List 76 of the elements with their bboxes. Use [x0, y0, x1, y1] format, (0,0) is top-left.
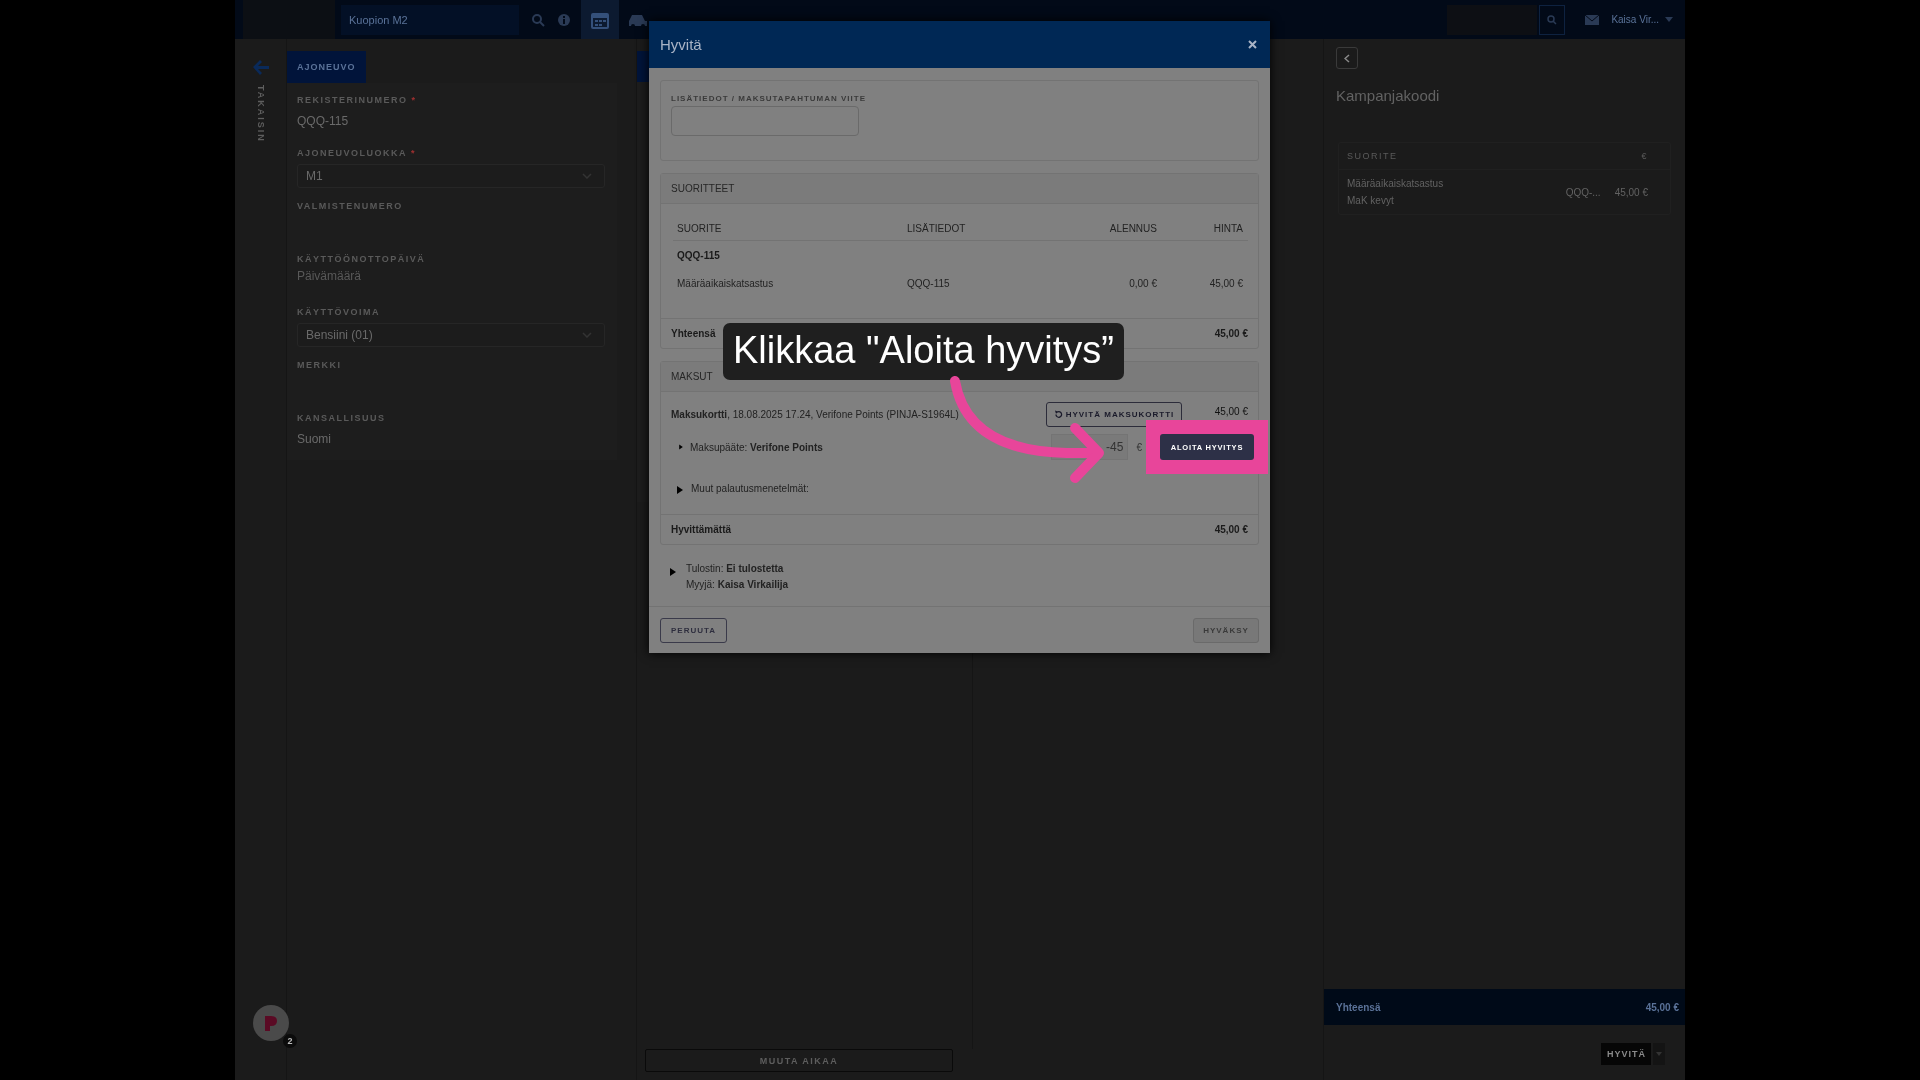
vehicle-tab[interactable]: AJONEUVO — [287, 51, 366, 83]
close-icon[interactable] — [1248, 40, 1257, 49]
user-menu[interactable]: Kaisa Vir... — [1611, 14, 1673, 25]
search-icon[interactable] — [531, 12, 545, 27]
field-label: KANSALLISUUS — [297, 413, 386, 423]
table-cell: QQQ-... — [1565, 186, 1601, 198]
receipt-line: Tulostin: Ei tulostetta — [686, 563, 785, 574]
table-cell-text: Määräaikaiskatsastus — [676, 278, 775, 289]
chat-launcher[interactable] — [253, 1005, 289, 1041]
location-select[interactable]: Kuopion M2 — [341, 4, 519, 35]
column-header: LISÄTIEDOT — [907, 223, 967, 234]
total-label: Yhteensä — [671, 328, 716, 339]
panel-title: Kampanjakoodi — [1336, 87, 1441, 104]
caret-icon — [1665, 17, 1673, 22]
chevron-left-icon — [1344, 53, 1350, 63]
select-field[interactable]: M1 — [297, 164, 605, 188]
receipt-line: Myyjä: Kaisa Virkailija — [686, 579, 789, 590]
product-name: Määräaikaiskatsastus — [1347, 178, 1445, 189]
table-cell: 45,00 € — [1614, 186, 1648, 198]
required-mark: * — [411, 148, 417, 158]
total-value: 45,00 € — [1645, 1001, 1679, 1013]
payment-amount: 45,00 € — [1213, 406, 1248, 417]
expand-caret-icon[interactable] — [678, 444, 684, 450]
field-value: Suomi — [297, 432, 332, 446]
field-label: VALMISTENUMERO — [297, 201, 403, 211]
column-header: ALENNUS — [1108, 223, 1157, 234]
expander-label[interactable]: Muut palautusmenetelmät: — [691, 482, 809, 494]
product-detail: MaK kevyt — [1347, 195, 1395, 206]
field-label: MERKKI — [297, 360, 342, 370]
table-cell-text: QQQ-115 — [907, 278, 951, 289]
dropdown-button[interactable] — [1653, 1043, 1665, 1065]
column-header: SUORITE — [676, 223, 723, 234]
search-field[interactable] — [1447, 4, 1538, 35]
refresh-icon — [1053, 410, 1063, 419]
table-cell-text: 0,00 € — [1128, 278, 1157, 289]
credit-button[interactable]: HYVITÄ — [1601, 1043, 1651, 1065]
group-title: QQQ-115 — [676, 249, 721, 263]
field-label: KÄYTTÖÖNOTTOPÄIVÄ — [297, 254, 426, 264]
column-header: € — [1641, 151, 1648, 161]
field-label: KÄYTTÖVOIMA — [297, 307, 380, 317]
cancel-button[interactable]: PERUUTA — [660, 618, 727, 643]
back-arrow-icon[interactable] — [251, 59, 270, 75]
search-button[interactable] — [1539, 4, 1566, 35]
info-icon[interactable] — [557, 12, 571, 27]
remaining-label: Hyvittämättä — [671, 524, 732, 535]
search-icon[interactable] — [1547, 14, 1558, 25]
field-label: AJONEUVOLUOKKA — [297, 148, 407, 158]
column-header: HINTA — [1212, 223, 1244, 234]
select-field[interactable]: Bensiini (01) — [297, 323, 605, 347]
expand-caret-icon[interactable] — [675, 485, 685, 495]
terminal-label: Maksupääte: Verifone Points — [690, 441, 824, 453]
refund-card-button[interactable]: HYVITÄ MAKSUKORTTI — [1046, 402, 1182, 427]
date-field[interactable]: Päivämäärä — [297, 269, 497, 283]
remaining-value: 45,00 € — [1214, 524, 1248, 535]
change-time-button[interactable]: MUUTA AIKAA — [645, 1049, 953, 1072]
expand-caret-icon[interactable] — [668, 567, 678, 577]
notification-badge: 2 — [283, 1034, 297, 1048]
currency-label: € — [1136, 441, 1142, 453]
dialog-title: Hyvitä — [660, 36, 702, 53]
field-label: LISÄTIEDOT / MAKSUTAPAHTUMAN VIITE — [671, 94, 868, 103]
total-value: 45,00 € — [1214, 328, 1248, 339]
payment-description: Maksukortti, 18.08.2025 17.24, Verifone Points (PINJA-S1964L) — [671, 409, 960, 420]
total-label: Yhteensä — [1336, 1001, 1381, 1013]
column-header: SUORITE — [1347, 151, 1398, 161]
required-mark: * — [411, 95, 417, 105]
calendar-icon[interactable] — [591, 10, 609, 29]
field-value: QQQ-115 — [297, 114, 350, 128]
back-label[interactable]: TAKAISIN — [255, 85, 266, 143]
field-label: REKISTERINUMERO — [297, 95, 408, 105]
calendar-tab[interactable] — [581, 0, 619, 39]
section-heading: SUORITTEET — [661, 174, 1258, 204]
logo-icon — [263, 1014, 279, 1032]
mail-icon[interactable] — [1585, 14, 1600, 25]
back-button[interactable] — [1336, 47, 1358, 69]
instruction-callout: Klikkaa "Aloita hyvitys” — [723, 323, 1124, 380]
table-cell-text: 45,00 € — [1208, 278, 1244, 289]
